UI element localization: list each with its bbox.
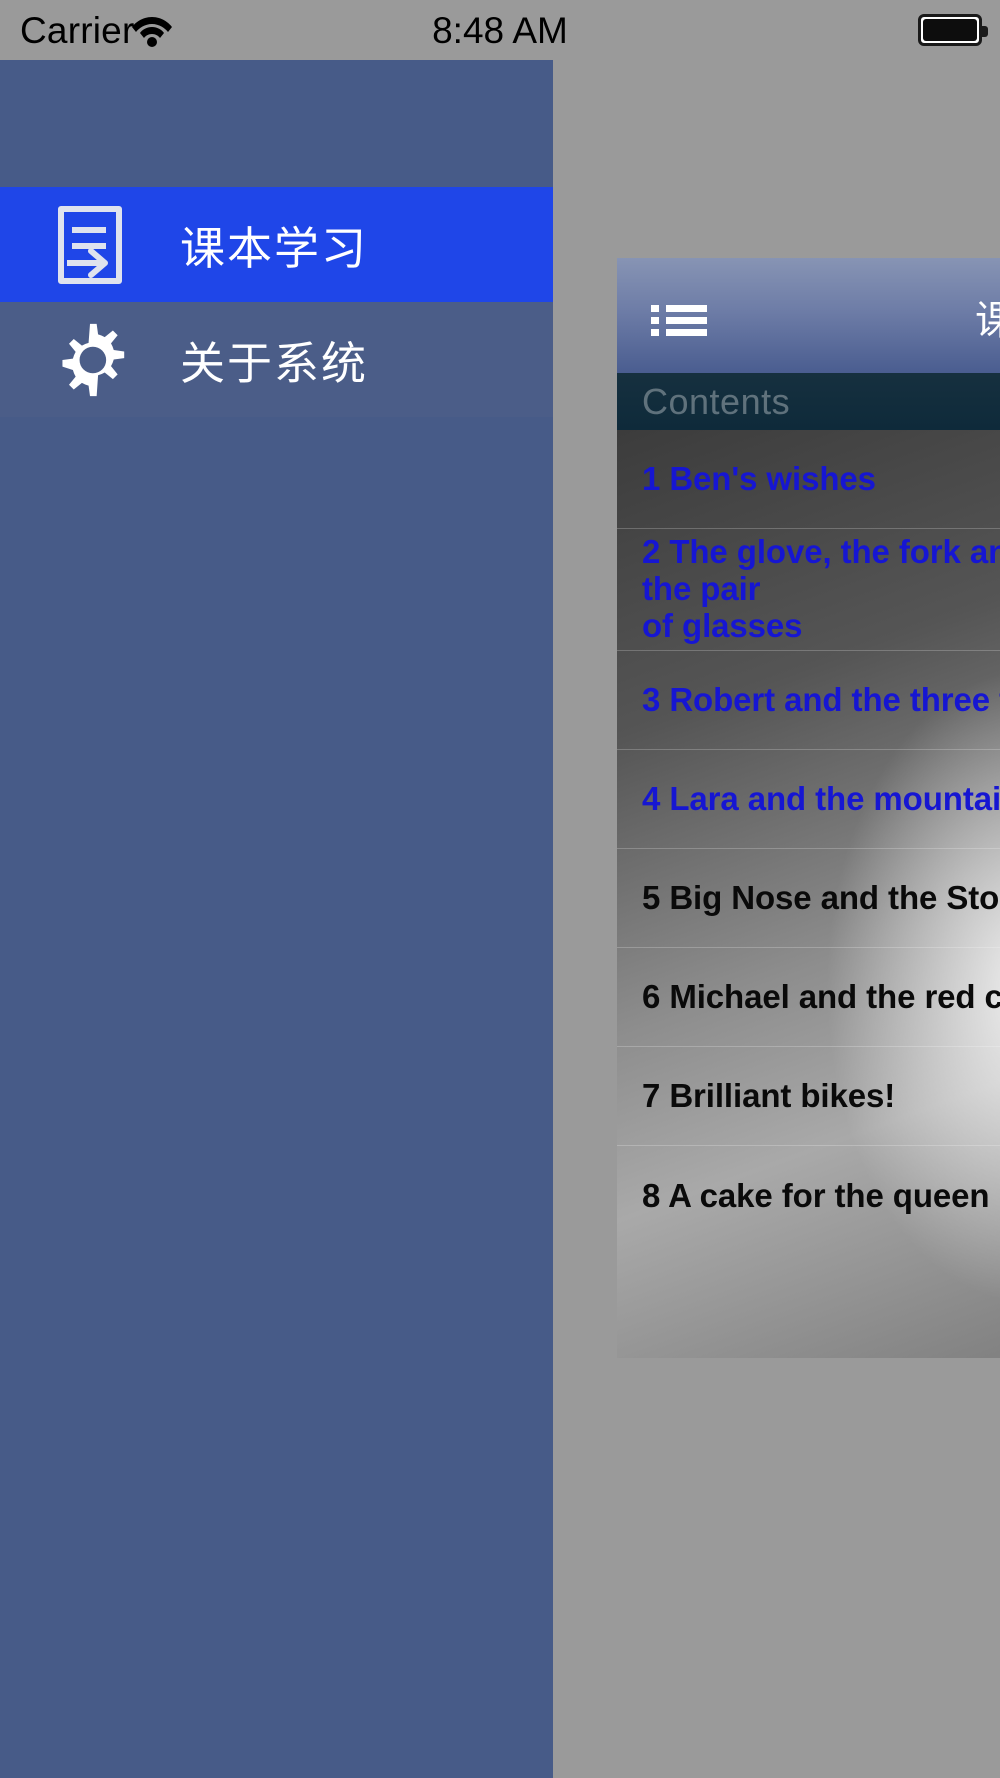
list-bullet-icon[interactable] xyxy=(651,304,707,338)
toc-item-title: 4 Lara and the mountain xyxy=(642,780,1000,818)
book-navigation-bar: 课本学习 xyxy=(617,258,1000,373)
list-item[interactable]: 2 The glove, the fork and the pair of gl… xyxy=(617,529,1000,651)
sidebar-item-label: 关于系统 xyxy=(180,338,369,389)
document-import-icon xyxy=(0,205,180,285)
gear-icon xyxy=(0,322,180,398)
sidebar-top-spacer xyxy=(0,60,553,187)
toc-item-title: 1 Ben's wishes xyxy=(642,460,876,498)
book-contents-panel: 课本学习 Contents 1 Ben's wishes 2 The glove… xyxy=(617,258,1000,1358)
toc-item-title: 3 Robert and the three thieves xyxy=(642,681,1000,719)
toc-item-title: 7 Brilliant bikes! xyxy=(642,1077,896,1115)
contents-section-label: Contents xyxy=(642,380,791,422)
battery-full-icon xyxy=(918,14,988,46)
toc-item-title: 5 Big Nose and the Stone xyxy=(642,879,1000,917)
sidebar-item-textbook-study[interactable]: 课本学习 xyxy=(0,187,553,302)
list-item[interactable]: 8 A cake for the queen xyxy=(617,1146,1000,1245)
list-item[interactable]: 4 Lara and the mountain xyxy=(617,750,1000,849)
list-item[interactable]: 3 Robert and the three thieves xyxy=(617,651,1000,750)
list-item[interactable]: 7 Brilliant bikes! xyxy=(617,1047,1000,1146)
table-of-contents-list[interactable]: 1 Ben's wishes 2 The glove, the fork and… xyxy=(617,430,1000,1358)
toc-item-title: 8 A cake for the queen xyxy=(642,1176,990,1214)
sidebar-empty-area xyxy=(0,417,553,1778)
status-bar: Carrier 8:48 AM xyxy=(0,0,1000,60)
sidebar-drawer: 课本学习 关于系统 xyxy=(0,60,553,1778)
book-panel-title: 课本学习 xyxy=(975,299,1000,343)
contents-section-header: Contents xyxy=(617,373,1000,430)
app-screen: Carrier 8:48 AM 课 Contents 1 Ben's wishe… xyxy=(0,0,1000,1778)
list-item[interactable]: 1 Ben's wishes xyxy=(617,430,1000,529)
toc-item-title: 6 Michael and the red car xyxy=(642,978,1000,1016)
sidebar-item-about-system[interactable]: 关于系统 xyxy=(0,302,553,417)
clock-label: 8:48 AM xyxy=(432,10,568,51)
sidebar-item-label: 课本学习 xyxy=(180,223,369,274)
list-item[interactable]: 6 Michael and the red car xyxy=(617,948,1000,1047)
list-item[interactable]: 5 Big Nose and the Stone xyxy=(617,849,1000,948)
toc-item-title: 2 The glove, the fork and the pair of gl… xyxy=(642,533,1000,644)
